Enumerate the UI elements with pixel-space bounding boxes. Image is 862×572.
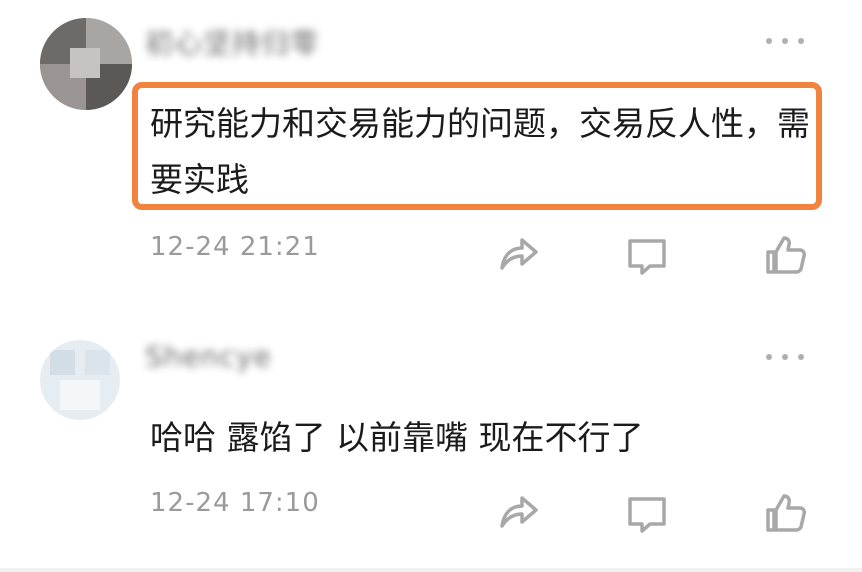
share-icon xyxy=(500,496,538,528)
thumbs-up-icon xyxy=(766,236,806,274)
share-button[interactable] xyxy=(494,232,540,278)
username[interactable]: 初心坚持归零 xyxy=(145,22,319,62)
comment-icon xyxy=(628,239,666,275)
avatar[interactable] xyxy=(40,340,120,420)
share-button[interactable] xyxy=(494,490,540,536)
comment-item: Shencye 哈哈 露馅了 以前靠嘴 现在不行了 12-24 17:10 xyxy=(0,300,862,572)
like-button[interactable] xyxy=(762,232,808,278)
comment-icon xyxy=(628,497,666,533)
divider xyxy=(0,568,862,572)
reply-button[interactable] xyxy=(624,490,670,536)
timestamp: 12-24 17:10 xyxy=(150,488,320,518)
reply-button[interactable] xyxy=(624,232,670,278)
comment-item: 初心坚持归零 研究能力和交易能力的问题，交易反人性，需要实践 12-24 21:… xyxy=(0,0,862,300)
more-icon[interactable] xyxy=(766,352,804,362)
timestamp: 12-24 21:21 xyxy=(150,232,320,262)
avatar[interactable] xyxy=(40,18,132,110)
comment-text: 哈哈 露馅了 以前靠嘴 现在不行了 xyxy=(150,418,644,457)
comment-text: 研究能力和交易能力的问题，交易反人性，需要实践 xyxy=(150,104,810,199)
more-icon[interactable] xyxy=(766,36,804,46)
share-icon xyxy=(500,238,538,270)
like-button[interactable] xyxy=(762,490,808,536)
username[interactable]: Shencye xyxy=(145,340,272,373)
thumbs-up-icon xyxy=(766,494,806,532)
